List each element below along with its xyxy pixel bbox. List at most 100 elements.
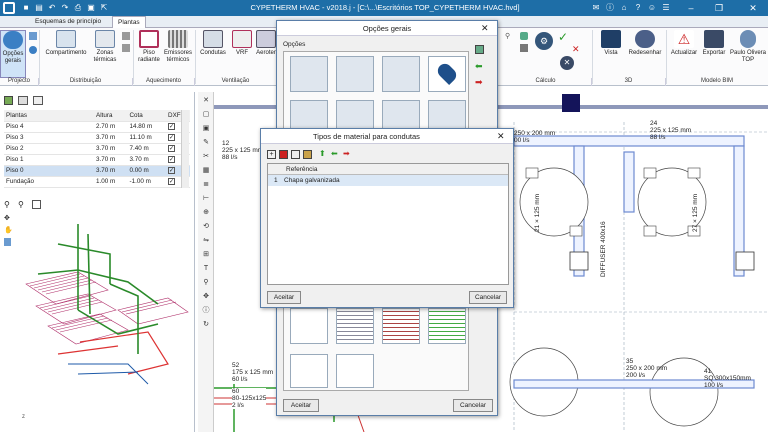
table-row[interactable]: Fundação 1.00 m -1.00 m ✓ (4, 176, 190, 188)
import-arrow-icon[interactable]: ⬅ (475, 61, 483, 72)
add-row-icon[interactable]: + (267, 150, 276, 159)
dxf-checkbox[interactable]: ✓ (168, 178, 176, 185)
tool-copy-icon[interactable]: ▣ (200, 124, 212, 134)
dxf-checkbox[interactable]: ✓ (168, 134, 176, 141)
info-icon[interactable]: ⓘ (604, 2, 616, 14)
tool-align-icon[interactable]: ⊞ (200, 250, 212, 260)
dxf-checkbox[interactable]: ✓ (168, 156, 176, 163)
redo-icon[interactable]: ↷ (59, 2, 71, 14)
user-icon[interactable]: ☺ (646, 2, 658, 14)
graph-icon[interactable]: ⚲ (505, 32, 515, 40)
tool-measure-icon[interactable]: ⊢ (200, 194, 212, 204)
mail-icon[interactable]: ✉ (590, 2, 602, 14)
pan-icon[interactable]: ✋ (4, 226, 13, 234)
list-icon[interactable]: ☰ (660, 2, 672, 14)
tool-delete-icon[interactable]: ✂ (200, 152, 212, 162)
calc-check-icon[interactable] (520, 32, 528, 40)
referencia-column-header[interactable]: Referência (286, 166, 317, 173)
col-cota[interactable]: Cota (127, 110, 167, 122)
table-row[interactable]: Piso 2 3.70 m 7.40 m ✓ (4, 143, 190, 155)
tool-pan-icon[interactable]: ✥ (200, 292, 212, 302)
tab-esquemas[interactable]: Esquemas de princípio (30, 16, 106, 28)
dxf-checkbox[interactable]: ✓ (168, 123, 176, 130)
option-drawing-icon[interactable] (290, 56, 328, 92)
3d-model-view[interactable]: z (18, 214, 190, 428)
close-button[interactable]: ✕ (738, 0, 768, 16)
option-plan-icon[interactable] (336, 56, 374, 92)
option-grille2-icon[interactable] (382, 308, 420, 344)
open-row-icon[interactable] (303, 150, 312, 159)
dxf-checkbox[interactable]: ✓ (168, 167, 176, 174)
calc-run-button[interactable]: ⚙ (535, 32, 553, 50)
opcoes-gerais-button[interactable]: Opções gerais (0, 30, 26, 78)
option-diffuser-icon[interactable] (290, 354, 328, 388)
dxf-checkbox[interactable]: ✓ (168, 145, 176, 152)
print-icon[interactable]: ⎙ (72, 2, 84, 14)
copy-icon[interactable] (475, 45, 484, 54)
zoom-window-icon[interactable]: ⚲ (18, 200, 24, 209)
check-icon[interactable]: ✓ (558, 30, 574, 44)
dialog-close-button[interactable]: ✕ (481, 23, 489, 34)
tab-plantas[interactable]: Plantas (112, 16, 146, 28)
small-tool-icon[interactable] (122, 44, 130, 52)
tool-zoom-icon[interactable]: ⚲ (200, 278, 212, 288)
table-row[interactable]: Piso 3 3.70 m 11.10 m ✓ (4, 132, 190, 144)
tool-refresh-icon[interactable]: ↻ (200, 320, 212, 330)
material-cancel-button[interactable]: Cancelar (469, 291, 507, 304)
material-ok-button[interactable]: Aceitar (267, 291, 301, 304)
tool-move-icon[interactable]: ▢ (200, 110, 212, 120)
export-arrow-icon[interactable]: ➡ (475, 77, 483, 88)
tool-layers-icon[interactable]: ≣ (200, 180, 212, 190)
option-folder-icon[interactable] (336, 354, 374, 388)
preview-icon[interactable]: ▣ (85, 2, 97, 14)
tool-mirror-icon[interactable]: ⇋ (200, 236, 212, 246)
copy-row-icon[interactable] (291, 150, 300, 159)
vrf-button[interactable]: VRF (231, 30, 253, 70)
tool-snap-icon[interactable]: ⊕ (200, 208, 212, 218)
import-arrow-icon[interactable]: ⬅ (331, 149, 338, 158)
table-row[interactable]: Piso 1 3.70 m 3.70 m ✓ (4, 154, 190, 166)
fit-view-icon[interactable] (32, 200, 41, 209)
dialog-close-button[interactable]: ✕ (497, 131, 505, 142)
home-icon[interactable]: ⌂ (618, 2, 630, 14)
maximize-button[interactable]: ❐ (708, 0, 730, 16)
tool-info-icon[interactable]: ⓘ (200, 306, 212, 316)
option-duct-icon[interactable] (290, 308, 328, 344)
opcoes-ok-button[interactable]: Aceitar (283, 399, 319, 412)
option-settings-icon[interactable] (382, 56, 420, 92)
floor-edit-icon[interactable] (4, 96, 13, 105)
tool-edit-icon[interactable]: ✎ (200, 138, 212, 148)
tool-grid-icon[interactable]: ▦ (200, 166, 212, 176)
undo-icon[interactable]: ↶ (46, 2, 58, 14)
vista-button[interactable]: Vista (597, 30, 625, 70)
opcoes-cancel-button[interactable]: Cancelar (453, 399, 493, 412)
floor-copy-icon[interactable] (33, 96, 43, 105)
export-icon[interactable]: ⇱ (98, 2, 110, 14)
exportar-button[interactable]: Exportar (700, 30, 728, 70)
redesenhar-button[interactable]: Redesenhar (626, 30, 664, 70)
floor-nav-icon[interactable] (29, 32, 37, 40)
user-account-button[interactable]: Paulo Olivera TOP (729, 30, 767, 70)
cancel-calc-button[interactable]: ✕ (560, 56, 574, 70)
shield-icon[interactable] (4, 238, 11, 246)
edit-row-icon[interactable] (279, 150, 288, 159)
condutas-button[interactable]: Condutas (197, 30, 229, 70)
export-arrow-icon[interactable]: ➡ (343, 149, 350, 158)
tool-rotate-icon[interactable]: ⟲ (200, 222, 212, 232)
floor-table-icon[interactable] (18, 96, 28, 105)
minimize-button[interactable]: ‒ (680, 0, 702, 16)
col-plantas[interactable]: Plantas (4, 110, 94, 122)
tool-text-icon[interactable]: T (200, 264, 212, 274)
emissores-termicos-button[interactable]: Emissores térmicos (162, 30, 194, 70)
calc-detail-icon[interactable] (520, 44, 528, 52)
error-x-icon[interactable]: ✕ (572, 44, 582, 54)
small-tool-icon[interactable] (122, 32, 130, 40)
col-altura[interactable]: Altura (94, 110, 128, 122)
save-icon[interactable]: ■ (20, 2, 32, 14)
list-item[interactable]: 1 Chapa galvanizada (268, 175, 508, 186)
piso-radiante-button[interactable]: Piso radiante (136, 30, 162, 70)
tool-cursor-icon[interactable]: ✕ (200, 96, 212, 106)
aerotermia-button[interactable]: Aeroter (255, 30, 277, 70)
option-grille-icon[interactable] (336, 308, 374, 344)
zoom-icon[interactable]: ⚲ (4, 200, 10, 209)
